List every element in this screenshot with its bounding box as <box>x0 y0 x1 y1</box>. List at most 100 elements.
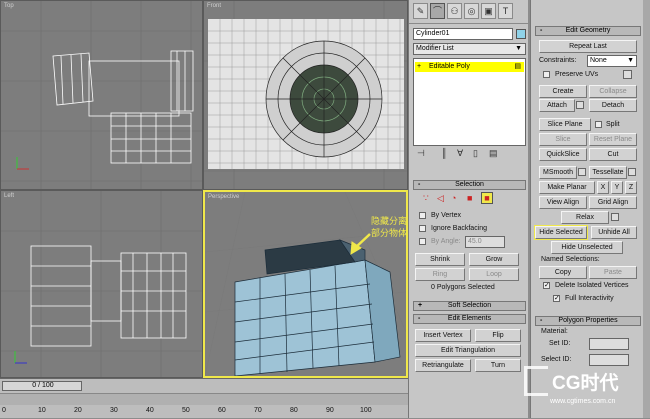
edit-elements-rollout-header[interactable]: - Edit Elements <box>413 314 526 324</box>
create-tab-icon[interactable]: ✎ <box>413 3 428 19</box>
viewport-left[interactable]: Left <box>0 190 203 378</box>
ignore-backfacing-checkbox[interactable] <box>419 225 426 232</box>
polygon-mode-icon[interactable]: ■ <box>467 193 472 203</box>
slice-plane-button[interactable]: Slice Plane <box>539 118 591 131</box>
utilities-tab-icon[interactable]: T <box>498 3 513 19</box>
collapse-button[interactable]: Collapse <box>589 85 637 98</box>
relax-settings-icon[interactable] <box>611 213 619 221</box>
element-mode-icon[interactable]: ■ <box>481 192 493 204</box>
tessellate-settings-icon[interactable] <box>628 168 636 176</box>
slice-button[interactable]: Slice <box>539 133 587 146</box>
panel-scrollbar[interactable] <box>643 0 650 418</box>
soft-selection-rollout-header[interactable]: + Soft Selection <box>413 301 526 311</box>
remove-modifier-icon[interactable]: ▯ <box>473 148 478 159</box>
planar-y-button[interactable]: Y <box>611 181 623 194</box>
copy-button[interactable]: Copy <box>539 266 587 279</box>
tick-30: 30 <box>110 407 118 414</box>
viewport-label-perspective[interactable]: Perspective <box>208 194 239 200</box>
top-view-grid <box>1 1 202 189</box>
planar-x-button[interactable]: X <box>597 181 609 194</box>
grid-align-button[interactable]: Grid Align <box>589 196 637 209</box>
camera-wireframe-top <box>52 50 194 164</box>
constraints-dropdown[interactable]: None ▼ <box>587 55 637 67</box>
preserve-uvs-checkbox[interactable] <box>543 71 550 78</box>
shrink-button[interactable]: Shrink <box>415 253 465 266</box>
chevron-down-icon: ▼ <box>627 57 634 64</box>
paste-button[interactable]: Paste <box>589 266 637 279</box>
attach-settings-icon[interactable] <box>576 101 584 109</box>
annotation-text-line-2: 部分物体 <box>371 228 408 238</box>
create-button[interactable]: Create <box>539 85 587 98</box>
object-name-field[interactable]: Cylinder01 <box>413 28 513 40</box>
collapse-minus-icon: - <box>418 315 421 322</box>
full-interactivity-checkbox[interactable]: ✓ <box>553 295 560 302</box>
expand-plus-icon[interactable]: + <box>417 62 421 72</box>
edge-mode-icon[interactable]: ◁ <box>437 193 444 204</box>
motion-tab-icon[interactable]: ◎ <box>464 3 479 19</box>
attach-button[interactable]: Attach <box>539 99 575 112</box>
quickslice-button[interactable]: QuickSlice <box>539 148 587 161</box>
border-mode-icon[interactable]: ◔ <box>451 193 456 203</box>
tessellate-button[interactable]: Tessellate <box>589 166 627 179</box>
viewport-top[interactable]: Top <box>0 0 203 190</box>
camera-lens-front <box>265 40 383 158</box>
viewport-label-front[interactable]: Front <box>207 3 221 9</box>
make-planar-button[interactable]: Make Planar <box>539 181 595 194</box>
make-unique-icon[interactable]: ∀ <box>457 148 463 159</box>
repeat-last-button[interactable]: Repeat Last <box>539 40 637 53</box>
cut-button[interactable]: Cut <box>589 148 637 161</box>
configure-sets-icon[interactable]: ▤ <box>489 148 498 159</box>
soft-selection-title: Soft Selection <box>447 302 492 309</box>
by-angle-checkbox[interactable] <box>419 238 426 245</box>
polygon-properties-rollout-header[interactable]: - Polygon Properties <box>535 316 641 326</box>
edit-geometry-rollout-header[interactable]: - Edit Geometry <box>535 26 641 36</box>
named-selections-label: Named Selections: <box>541 256 600 263</box>
by-vertex-checkbox[interactable] <box>419 212 426 219</box>
viewport-label-top[interactable]: Top <box>4 3 14 9</box>
detach-button[interactable]: Detach <box>589 99 637 112</box>
track-bar[interactable] <box>0 393 408 405</box>
stack-item-label: Editable Poly <box>429 63 470 70</box>
time-slider[interactable]: 0 / 100 <box>2 381 82 391</box>
viewport-perspective[interactable]: Perspective 隐藏分离 部分物体 <box>203 190 408 378</box>
selection-rollout-header[interactable]: - Selection <box>413 180 526 190</box>
subobject-icons: ∵ ◁ ◔ ■ ■ <box>423 192 523 205</box>
display-tab-icon[interactable]: ▣ <box>481 3 496 19</box>
delete-isolated-checkbox[interactable]: ✓ <box>543 282 550 289</box>
stack-config-icon: ▤ <box>514 63 521 70</box>
modifier-list-dropdown[interactable]: Modifier List ▼ <box>413 43 526 55</box>
insert-vertex-button[interactable]: Insert Vertex <box>415 329 471 342</box>
edit-triangulation-button[interactable]: Edit Triangulation <box>415 344 521 357</box>
preserve-uvs-settings-icon[interactable] <box>623 70 632 79</box>
tick-0: 0 <box>2 407 6 414</box>
hide-unselected-button[interactable]: Hide Unselected <box>551 241 623 254</box>
object-color-swatch[interactable] <box>516 29 526 39</box>
viewport-front[interactable]: Front <box>203 0 408 190</box>
loop-button[interactable]: Loop <box>469 268 519 281</box>
split-checkbox[interactable] <box>595 121 602 128</box>
show-end-result-icon[interactable]: ║ <box>441 148 447 158</box>
set-id-spinner[interactable] <box>589 338 629 350</box>
delete-isolated-label: Delete Isolated Vertices <box>555 282 629 289</box>
msmooth-settings-icon[interactable] <box>578 168 586 176</box>
modify-tab-icon[interactable]: ⌒ <box>430 3 445 19</box>
stack-toolbar: ⊣ ║ ∀ ▯ ▤ <box>413 148 526 162</box>
ring-button[interactable]: Ring <box>415 268 465 281</box>
unhide-all-button[interactable]: Unhide All <box>591 226 637 239</box>
reset-plane-button[interactable]: Reset Plane <box>589 133 637 146</box>
vertex-mode-icon[interactable]: ∵ <box>423 193 429 204</box>
hierarchy-tab-icon[interactable]: ⚇ <box>447 3 462 19</box>
view-align-button[interactable]: View Align <box>539 196 587 209</box>
grow-button[interactable]: Grow <box>469 253 519 266</box>
retriangulate-button[interactable]: Retriangulate <box>415 359 471 372</box>
msmooth-button[interactable]: MSmooth <box>539 166 577 179</box>
viewport-label-left[interactable]: Left <box>4 193 14 199</box>
planar-z-button[interactable]: Z <box>625 181 637 194</box>
pin-stack-icon[interactable]: ⊣ <box>417 148 425 159</box>
flip-button[interactable]: Flip <box>475 329 521 342</box>
chevron-down-icon: ▼ <box>515 45 522 52</box>
angle-spinner[interactable]: 45.0 <box>465 236 505 248</box>
relax-button[interactable]: Relax <box>561 211 609 224</box>
stack-item-editable-poly[interactable]: + Editable Poly ▤ <box>415 62 524 72</box>
hide-selected-button[interactable]: Hide Selected <box>534 225 588 240</box>
